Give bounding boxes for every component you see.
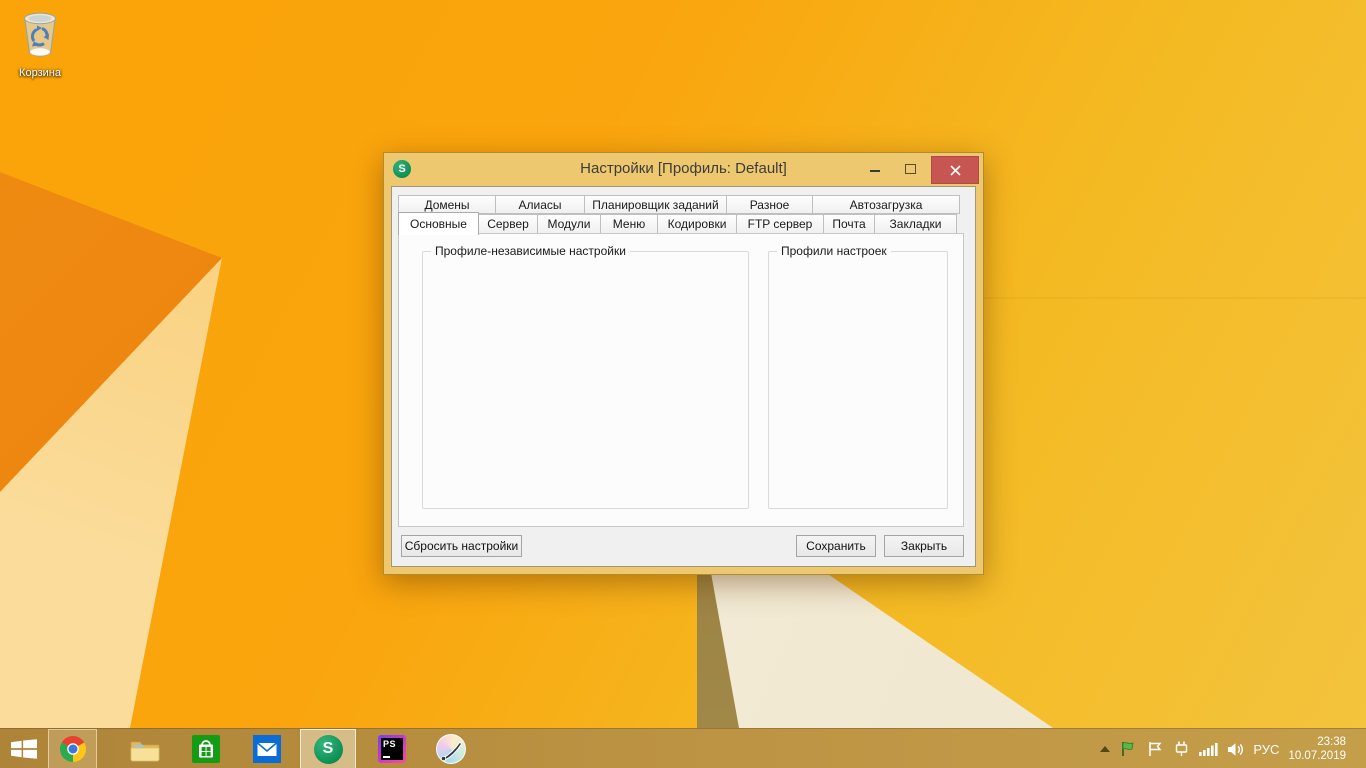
taskbar-mail-button[interactable] xyxy=(252,734,282,764)
taskbar-chrome-button[interactable] xyxy=(58,734,88,764)
file-explorer-icon xyxy=(130,737,160,762)
mail-icon xyxy=(253,735,281,763)
white-flag-icon xyxy=(1146,740,1164,758)
tab-pochta[interactable]: Почта xyxy=(823,214,875,234)
close-icon xyxy=(950,165,961,176)
save-button[interactable]: Сохранить xyxy=(796,535,876,557)
recycle-bin[interactable]: Корзина xyxy=(6,8,74,79)
tab-raznoe[interactable]: Разное xyxy=(726,195,813,214)
tray-power[interactable] xyxy=(1173,740,1190,758)
maximize-button[interactable] xyxy=(896,156,924,182)
taskbar-openserver-button[interactable]: S xyxy=(313,734,343,764)
tray-volume[interactable] xyxy=(1227,742,1244,757)
tray-date: 10.07.2019 xyxy=(1288,749,1346,763)
tray-expand-button[interactable] xyxy=(1100,746,1110,752)
tab-zakladki[interactable]: Закладки xyxy=(874,214,957,234)
tray-time: 23:38 xyxy=(1288,735,1346,749)
taskbar-phpstorm-button[interactable]: PS xyxy=(377,734,407,764)
start-button[interactable] xyxy=(9,734,39,764)
chrome-icon xyxy=(59,735,87,763)
recycle-bin-icon xyxy=(17,47,63,64)
minimize-icon xyxy=(870,170,880,172)
windows-store-icon xyxy=(192,735,220,763)
tray-openserver-flag[interactable] xyxy=(1119,740,1137,758)
tab-menu[interactable]: Меню xyxy=(600,214,658,234)
krita-icon xyxy=(436,734,466,764)
tab-server[interactable]: Сервер xyxy=(478,214,538,234)
maximize-icon xyxy=(905,164,916,174)
network-signal-icon xyxy=(1199,742,1218,757)
tray-clock[interactable]: 23:38 10.07.2019 xyxy=(1288,735,1346,763)
group-legend: Профиле-независимые настройки xyxy=(431,244,630,258)
taskbar-krita-button[interactable] xyxy=(436,734,466,764)
green-flag-icon xyxy=(1119,740,1137,758)
settings-window: S Настройки [Профиль: Default] Домены Ал… xyxy=(383,152,984,575)
wallpaper-ridge xyxy=(784,548,1067,746)
tab-osnovnye[interactable]: Основные xyxy=(398,212,479,235)
tab-planirovshchik[interactable]: Планировщик заданий xyxy=(584,195,727,214)
window-client: Домены Алиасы Планировщик заданий Разное… xyxy=(391,186,976,567)
close-window-button[interactable]: Закрыть xyxy=(884,535,964,557)
tab-avtozagruzka[interactable]: Автозагрузка xyxy=(812,195,960,214)
tab-kodirovki[interactable]: Кодировки xyxy=(657,214,737,234)
titlebar[interactable]: S Настройки [Профиль: Default] xyxy=(384,153,983,186)
system-tray: РУС 23:38 10.07.2019 xyxy=(1100,729,1346,768)
tab-ftp-server[interactable]: FTP сервер xyxy=(736,214,824,234)
taskbar: S PS xyxy=(0,728,1366,768)
phpstorm-icon: PS xyxy=(378,735,406,763)
tray-network[interactable] xyxy=(1199,742,1218,757)
speaker-icon xyxy=(1227,742,1244,757)
group-profile-independent: Профиле-независимые настройки xyxy=(422,251,749,509)
openserver-icon: S xyxy=(314,735,343,764)
group-legend: Профили настроек xyxy=(777,244,891,258)
expand-chevron-icon xyxy=(1100,746,1110,752)
close-button[interactable] xyxy=(931,156,979,184)
minimize-button[interactable] xyxy=(861,156,889,182)
tab-moduli[interactable]: Модули xyxy=(537,214,601,234)
recycle-bin-label: Корзина xyxy=(6,67,74,79)
tray-action-center[interactable] xyxy=(1146,740,1164,758)
language-indicator[interactable]: РУС xyxy=(1253,742,1279,757)
tab-aliasy[interactable]: Алиасы xyxy=(495,195,585,214)
desktop: Корзина S Настройки [Профиль: Default] xyxy=(0,0,1366,768)
taskbar-store-button[interactable] xyxy=(191,734,221,764)
reset-settings-button[interactable]: Сбросить настройки xyxy=(401,535,522,557)
power-plug-icon xyxy=(1173,740,1190,758)
group-profiles: Профили настроек xyxy=(768,251,948,509)
taskbar-explorer-button[interactable] xyxy=(130,734,160,764)
start-icon xyxy=(11,739,37,759)
